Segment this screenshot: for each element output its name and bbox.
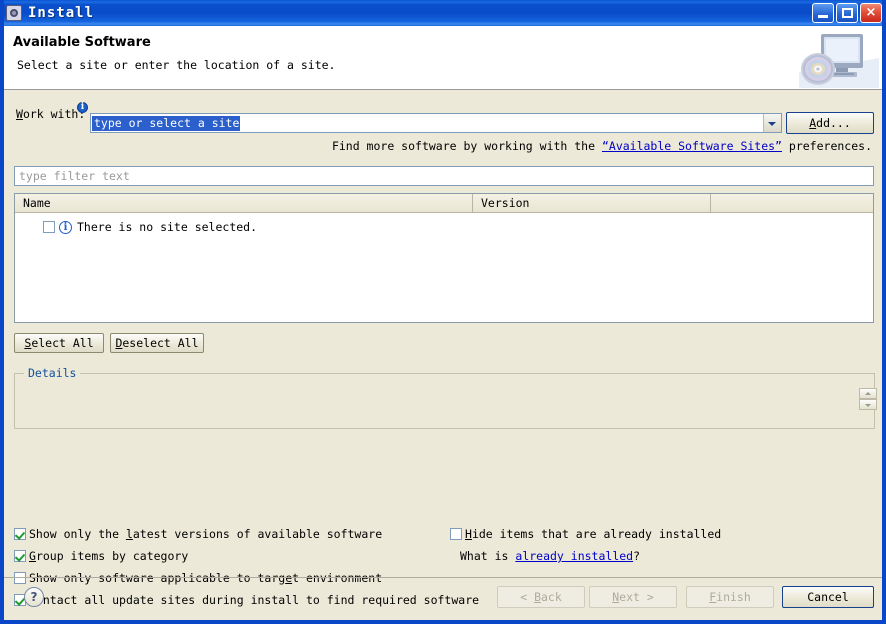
window-controls: × — [812, 3, 882, 23]
option-applicable-target-label: Show only software applicable to target … — [29, 571, 382, 585]
option-show-latest-versions[interactable]: Show only the latest versions of availab… — [14, 527, 382, 541]
filter-placeholder: type filter text — [19, 169, 130, 183]
option-applicable-target-checkbox[interactable] — [14, 572, 26, 584]
option-contact-all-sites[interactable]: Contact all update sites during install … — [14, 593, 479, 607]
finish-button[interactable]: Finish — [686, 586, 774, 608]
option-group-by-category-checkbox[interactable] — [14, 550, 26, 562]
option-group-by-category-label: Group items by category — [29, 549, 188, 563]
page-subtitle: Select a site or enter the location of a… — [17, 58, 336, 72]
install-gear-icon — [6, 5, 22, 21]
table-header-row: Name Version — [15, 194, 873, 213]
work-with-combo[interactable]: type or select a site — [90, 113, 782, 133]
option-contact-all-sites-label: Contact all update sites during install … — [29, 593, 479, 607]
work-with-value: type or select a site — [92, 116, 240, 131]
find-more-software-text: Find more software by working with the “… — [332, 139, 872, 153]
deselect-all-button[interactable]: Deselect All — [110, 333, 204, 353]
install-dialog-window: Install × Available Software Select a si… — [0, 0, 886, 624]
table-row[interactable]: i There is no site selected. — [15, 218, 873, 236]
option-show-latest-versions-checkbox[interactable] — [14, 528, 26, 540]
dialog-body: Work with: i type or select a site Add..… — [4, 90, 882, 620]
close-button[interactable]: × — [860, 3, 882, 23]
computer-with-disc-icon — [799, 28, 879, 88]
select-all-button[interactable]: Select All — [14, 333, 104, 353]
next-button[interactable]: Next > — [589, 586, 677, 608]
find-more-suffix: preferences. — [782, 139, 872, 153]
cancel-button[interactable]: Cancel — [782, 586, 874, 608]
details-scroll-buttons[interactable] — [859, 388, 877, 410]
row-name: There is no site selected. — [77, 220, 257, 234]
close-icon: × — [861, 4, 881, 22]
footer-divider — [4, 577, 882, 578]
back-button[interactable]: < Back — [497, 586, 585, 608]
details-label: Details — [24, 366, 80, 380]
title-bar: Install × — [0, 0, 886, 26]
option-hide-installed[interactable]: Hide items that are already installed — [450, 527, 721, 541]
details-group-box — [14, 373, 875, 429]
scroll-up-icon[interactable] — [859, 388, 877, 399]
work-with-label-rest: ork with: — [23, 107, 85, 121]
option-applicable-target[interactable]: Show only software applicable to target … — [14, 571, 382, 585]
wizard-header: Available Software Select a site or ente… — [4, 26, 882, 90]
work-with-input[interactable]: type or select a site — [91, 114, 763, 132]
add-button[interactable]: Add... — [786, 112, 874, 134]
what-is-prefix: What is — [460, 549, 515, 563]
option-group-by-category[interactable]: Group items by category — [14, 549, 188, 563]
table-body: i There is no site selected. — [15, 213, 873, 236]
window-title: Install — [28, 5, 94, 21]
work-with-info-icon: i — [77, 102, 88, 113]
option-hide-installed-checkbox[interactable] — [450, 528, 462, 540]
available-software-sites-link[interactable]: “Available Software Sites” — [602, 139, 782, 153]
filter-input[interactable]: type filter text — [14, 166, 874, 186]
info-icon: i — [59, 221, 72, 234]
already-installed-link[interactable]: already installed — [515, 549, 633, 563]
help-button[interactable]: ? — [24, 587, 44, 607]
option-hide-installed-label: Hide items that are already installed — [465, 527, 721, 541]
find-more-prefix: Find more software by working with the — [332, 139, 602, 153]
minimize-button[interactable] — [812, 3, 834, 23]
software-table[interactable]: Name Version i There is no site selected… — [14, 193, 874, 323]
what-is-suffix: ? — [633, 549, 640, 563]
work-with-label: Work with: — [16, 107, 85, 121]
row-checkbox[interactable] — [43, 221, 55, 233]
column-header-name[interactable]: Name — [15, 194, 473, 212]
maximize-button[interactable] — [836, 3, 858, 23]
scroll-down-icon[interactable] — [859, 399, 877, 410]
column-header-extra[interactable] — [711, 194, 873, 212]
column-header-version[interactable]: Version — [473, 194, 711, 212]
what-is-already-installed-text: What is already installed? — [460, 549, 640, 563]
page-title: Available Software — [13, 35, 151, 50]
chevron-down-icon[interactable] — [763, 114, 781, 132]
option-show-latest-versions-label: Show only the latest versions of availab… — [29, 527, 382, 541]
